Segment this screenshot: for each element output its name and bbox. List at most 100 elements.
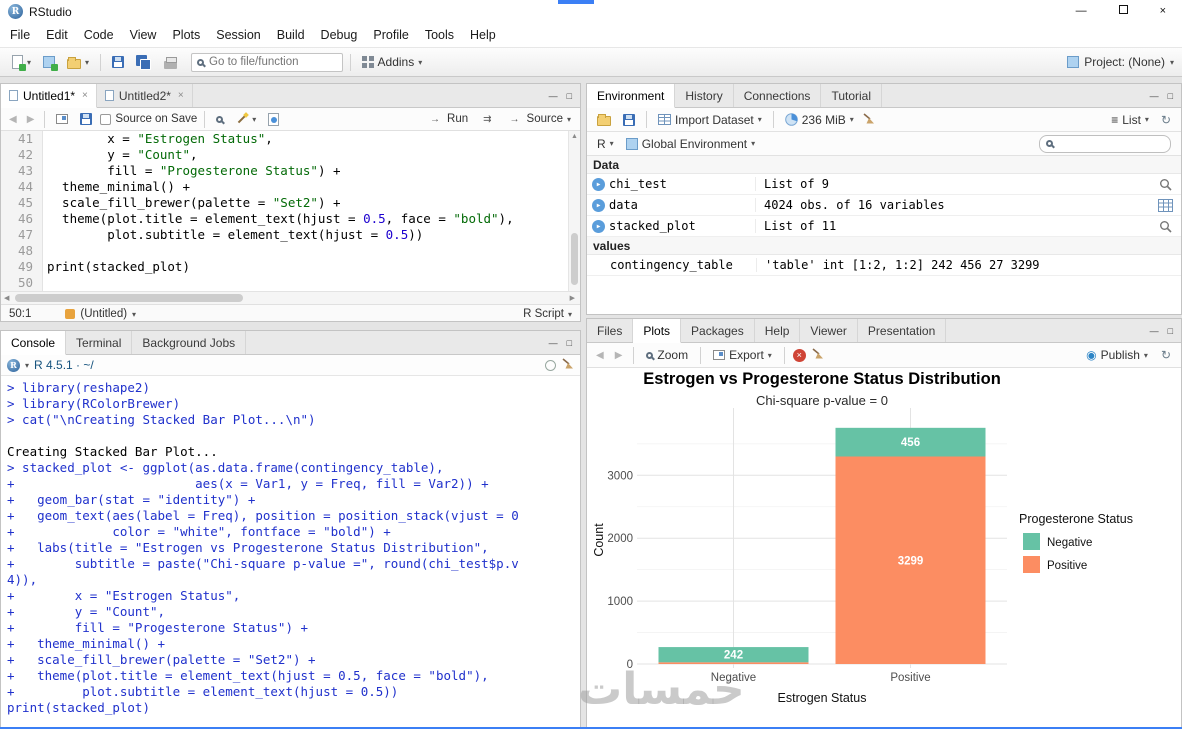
source-tab-1[interactable]: Untitled1* × <box>1 84 97 108</box>
print-button[interactable] <box>160 54 181 71</box>
maximize-pane-icon[interactable]: □ <box>567 338 572 348</box>
plots-tab-packages[interactable]: Packages <box>681 319 755 342</box>
code-line[interactable]: theme(plot.title = element_text(hjust = … <box>47 211 580 227</box>
code-line[interactable]: print(stacked_plot) <box>47 259 580 275</box>
save-button[interactable] <box>108 54 128 70</box>
find-replace-button[interactable] <box>212 114 227 125</box>
r-session-icon[interactable]: R <box>7 358 20 372</box>
console-tab-background-jobs[interactable]: Background Jobs <box>132 331 247 354</box>
clear-environment-icon[interactable] <box>862 112 875 128</box>
memory-usage-button[interactable]: 236 MiB ▾ <box>781 111 858 129</box>
minimize-pane-icon[interactable]: — <box>549 91 558 101</box>
menu-code[interactable]: Code <box>76 23 122 47</box>
maximize-pane-icon[interactable]: □ <box>1168 91 1173 101</box>
clear-all-plots-icon[interactable] <box>811 347 824 363</box>
previous-plot-icon[interactable]: ◀ <box>593 350 607 361</box>
new-file-button[interactable]: ▾ <box>8 53 35 71</box>
plots-tab-help[interactable]: Help <box>755 319 801 342</box>
code-line[interactable]: theme_minimal() + <box>47 179 580 195</box>
environment-object-stacked_plot[interactable]: ▶ stacked_plot List of 11 <box>587 216 1181 237</box>
view-object-icon[interactable] <box>1159 178 1173 192</box>
run-button[interactable]: → Run <box>423 111 472 127</box>
vertical-scroll-thumb[interactable] <box>571 233 578 285</box>
refresh-plot-button[interactable]: ↻ <box>1157 346 1175 364</box>
new-project-button[interactable] <box>39 54 59 71</box>
console-output[interactable]: > library(reshape2) > library(RColorBrewe… <box>1 376 580 728</box>
rerun-button[interactable]: ⇉ <box>476 112 498 127</box>
filetype-selector[interactable]: R Script ▾ <box>523 308 572 320</box>
expand-icon[interactable]: ▶ <box>592 219 605 233</box>
menu-tools[interactable]: Tools <box>417 23 462 47</box>
code-line[interactable]: fill = "Progesterone Status") + <box>47 163 580 179</box>
environment-scope-selector[interactable]: Global Environment ▾ <box>622 135 759 153</box>
maximize-pane-icon[interactable]: □ <box>567 91 572 101</box>
close-tab-icon[interactable]: × <box>82 90 88 101</box>
open-in-new-window-button[interactable] <box>52 112 72 126</box>
environment-tab-tutorial[interactable]: Tutorial <box>821 84 883 107</box>
code-line[interactable]: y = "Count", <box>47 147 580 163</box>
forward-icon[interactable]: ▶ <box>24 114 38 125</box>
plots-tab-files[interactable]: Files <box>587 319 634 342</box>
compile-report-button[interactable] <box>264 111 283 128</box>
view-object-icon[interactable] <box>1159 220 1173 234</box>
menu-view[interactable]: View <box>122 23 165 47</box>
clear-console-icon[interactable] <box>561 357 574 373</box>
menu-debug[interactable]: Debug <box>313 23 366 47</box>
back-icon[interactable]: ◀ <box>6 114 20 125</box>
editor-vertical-scrollbar[interactable]: ▲ <box>568 131 580 291</box>
source-button[interactable]: → Source ▾ <box>503 111 575 127</box>
console-tab-console[interactable]: Console <box>1 331 67 355</box>
close-button[interactable]: × <box>1160 0 1166 23</box>
minimize-button[interactable]: — <box>1076 0 1087 23</box>
view-data-icon[interactable] <box>1158 199 1173 212</box>
menu-profile[interactable]: Profile <box>365 23 416 47</box>
maximize-pane-icon[interactable]: □ <box>1168 326 1173 336</box>
plots-tab-viewer[interactable]: Viewer <box>800 319 858 342</box>
environment-tab-environment[interactable]: Environment <box>587 84 676 108</box>
menu-plots[interactable]: Plots <box>164 23 208 47</box>
code-line[interactable]: x = "Estrogen Status", <box>47 131 580 147</box>
code-line[interactable]: scale_fill_brewer(palette = "Set2") + <box>47 195 580 211</box>
environment-object-chi_test[interactable]: ▶ chi_test List of 9 <box>587 174 1181 195</box>
project-menu[interactable]: Project: (None) ▾ <box>1067 55 1174 69</box>
language-selector[interactable]: R ▾ <box>593 135 618 153</box>
save-all-button[interactable] <box>132 53 156 72</box>
refresh-environment-button[interactable]: ↻ <box>1157 111 1175 129</box>
minimize-pane-icon[interactable]: — <box>1150 326 1159 336</box>
environment-object-contingency_table[interactable]: contingency_table'table' int [1:2, 1:2] … <box>587 255 1181 276</box>
goto-file-box[interactable] <box>191 52 344 72</box>
code-line[interactable]: plot.subtitle = element_text(hjust = 0.5… <box>47 227 580 243</box>
minimize-pane-icon[interactable]: — <box>549 338 558 348</box>
load-workspace-button[interactable] <box>593 111 615 128</box>
zoom-plot-button[interactable]: Zoom <box>642 346 692 364</box>
expand-icon[interactable]: ▶ <box>592 177 605 191</box>
menu-build[interactable]: Build <box>269 23 313 47</box>
addins-button[interactable]: Addins ▾ <box>358 53 426 71</box>
environment-search-input[interactable] <box>1058 137 1158 150</box>
document-outline-selector[interactable]: (Untitled) ▾ <box>65 308 136 320</box>
remove-plot-icon[interactable]: × <box>792 348 806 362</box>
import-dataset-button[interactable]: Import Dataset ▾ <box>654 111 766 129</box>
menu-session[interactable]: Session <box>208 23 268 47</box>
menu-edit[interactable]: Edit <box>38 23 76 47</box>
code-tools-button[interactable]: ▾ <box>231 111 260 128</box>
environment-tab-history[interactable]: History <box>675 84 734 107</box>
minimize-pane-icon[interactable]: — <box>1150 91 1159 101</box>
code-content[interactable]: x = "Estrogen Status", y = "Count", fill… <box>43 131 580 291</box>
menu-file[interactable]: File <box>2 23 38 47</box>
source-on-save-checkbox[interactable] <box>100 113 112 125</box>
export-plot-button[interactable]: Export ▾ <box>709 346 776 364</box>
open-file-button[interactable]: ▾ <box>63 54 93 71</box>
menu-help[interactable]: Help <box>462 23 504 47</box>
close-tab-icon[interactable]: × <box>178 90 184 101</box>
code-line[interactable] <box>47 243 580 259</box>
publish-button[interactable]: ◉ Publish ▾ <box>1082 346 1152 364</box>
environment-search-box[interactable] <box>1039 134 1171 153</box>
expand-icon[interactable]: ▶ <box>592 198 605 212</box>
code-line[interactable] <box>47 275 580 291</box>
plots-tab-presentation[interactable]: Presentation <box>858 319 947 342</box>
source-tab-2[interactable]: Untitled2* × <box>97 84 193 107</box>
environment-tab-connections[interactable]: Connections <box>734 84 822 107</box>
environment-object-data[interactable]: ▶ data 4024 obs. of 16 variables <box>587 195 1181 216</box>
list-view-button[interactable]: ≡ List ▾ <box>1107 111 1153 129</box>
